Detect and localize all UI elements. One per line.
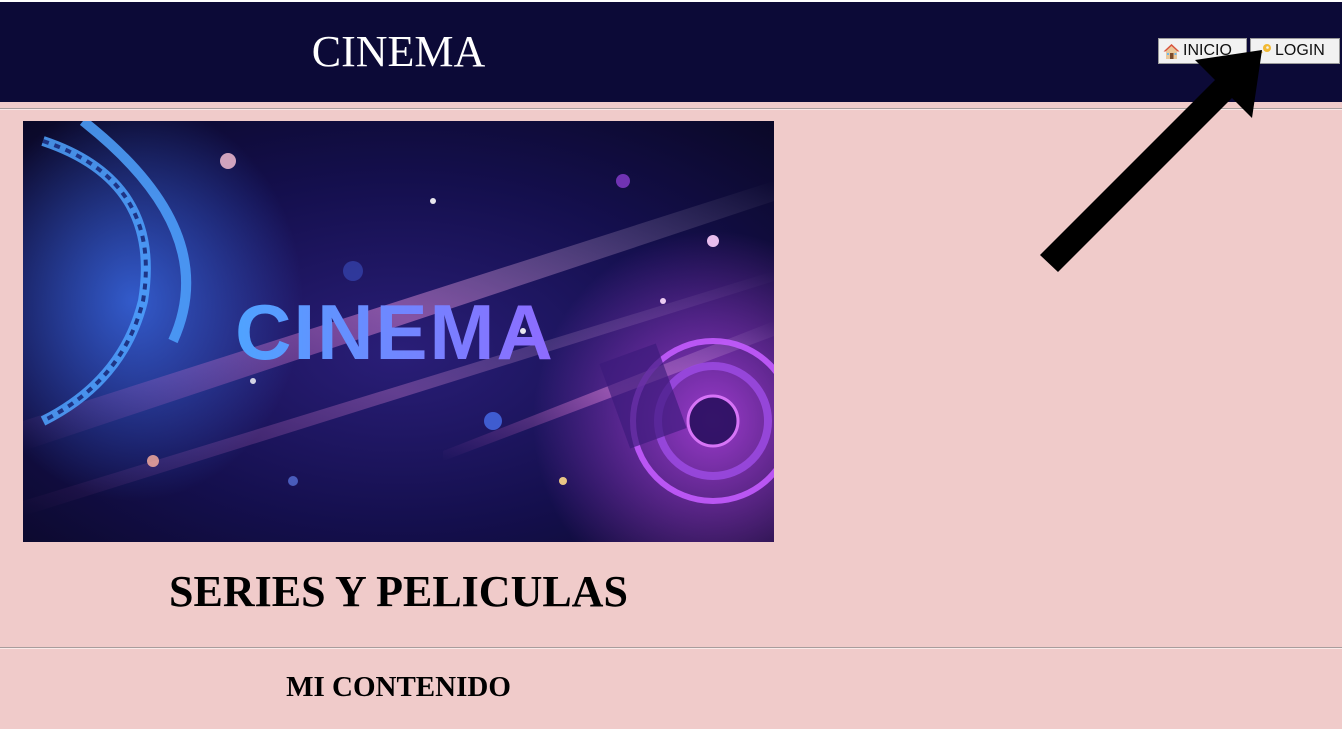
- section-divider: [0, 647, 1342, 649]
- hero-image-text: CINEMA: [235, 288, 555, 376]
- pointer-arrow-icon: [1040, 50, 1262, 272]
- section-title: MI CONTENIDO: [286, 671, 511, 703]
- site-title: CINEMA: [311, 27, 486, 76]
- hero-image: CINEMA: [23, 121, 774, 542]
- login-label: LOGIN: [1275, 42, 1325, 59]
- page-heading: SERIES Y PELICULAS: [169, 567, 628, 616]
